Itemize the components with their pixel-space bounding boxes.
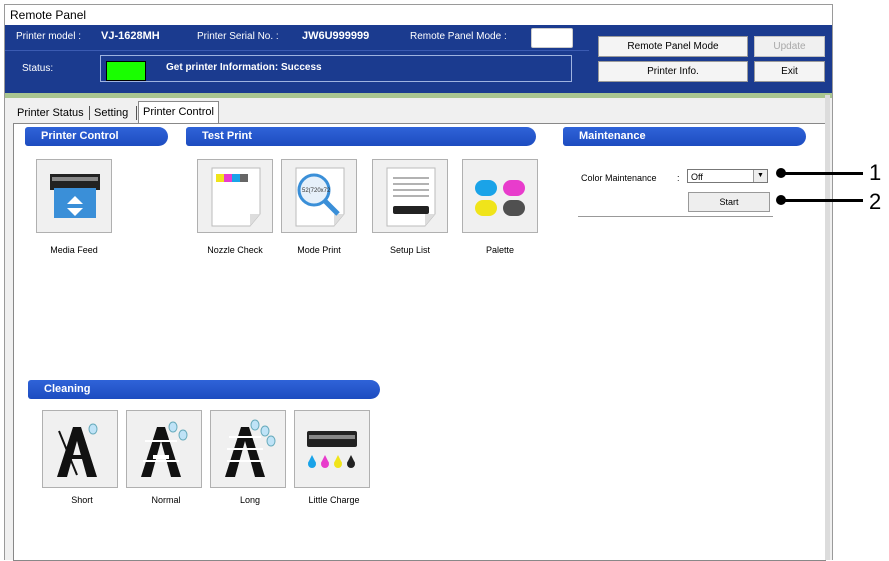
cleaning-normal-button[interactable] (126, 410, 202, 488)
setup-list-button[interactable] (372, 159, 448, 233)
nozzle-check-icon (211, 167, 261, 227)
cleaning-normal-label: Normal (151, 495, 181, 505)
tab-setting[interactable]: Setting (94, 103, 128, 123)
mode-print-button[interactable]: 52(720x72 (281, 159, 357, 233)
remote-panel-mode-button[interactable]: Remote Panel Mode (598, 36, 748, 57)
palette-label: Palette (485, 245, 515, 255)
remote-panel-mode-label: Remote Panel Mode : (410, 31, 507, 42)
little-charge-button[interactable] (294, 410, 370, 488)
little-charge-label: Little Charge (308, 495, 360, 505)
cleaning-long-button[interactable] (210, 410, 286, 488)
cleaning-long-label: Long (239, 495, 261, 505)
cleaning-short-label: Short (71, 495, 93, 505)
media-feed-icon (50, 174, 100, 218)
mode-print-icon: 52(720x72 (295, 167, 345, 227)
maintenance-header: Maintenance (563, 127, 806, 146)
chevron-down-icon[interactable]: ▼ (753, 170, 767, 182)
cleaning-short-button[interactable] (42, 410, 118, 488)
mode-print-icon-text: 52(720x72 (302, 188, 331, 194)
tab-printer-status[interactable]: Printer Status (17, 103, 84, 123)
setup-list-label: Setup List (389, 245, 431, 255)
serial-value: JW6U999999 (302, 30, 370, 42)
color-maintenance-select[interactable]: Off ▼ (687, 169, 768, 183)
cleaning-short-icon (57, 423, 98, 477)
cleaning-long-icon (225, 419, 276, 477)
palette-button[interactable] (462, 159, 538, 233)
status-label: Status: (22, 63, 54, 74)
remote-panel-mode-indicator (531, 28, 573, 48)
window-title: Remote Panel (5, 5, 832, 25)
update-button[interactable]: Update (754, 36, 825, 57)
test-print-header: Test Print (186, 127, 536, 146)
cleaning-header: Cleaning (28, 380, 380, 399)
color-maintenance-colon: : (677, 173, 680, 183)
color-maintenance-value: Off (691, 172, 703, 182)
callout-number-1: 1 (869, 160, 882, 185)
serial-label: Printer Serial No. : (197, 31, 279, 42)
palette-icon (475, 180, 525, 216)
exit-button[interactable]: Exit (754, 61, 825, 82)
setup-list-icon (386, 167, 436, 227)
printer-control-header: Printer Control (25, 127, 168, 146)
media-feed-label: Media Feed (50, 245, 98, 255)
status-text: Get printer Information: Success (166, 62, 322, 73)
printer-info-button[interactable]: Printer Info. (598, 61, 748, 82)
printer-model-label: Printer model : (16, 31, 82, 42)
header-divider (5, 50, 589, 51)
color-maintenance-label: Color Maintenance (581, 173, 657, 183)
media-feed-button[interactable] (36, 159, 112, 233)
callout-line-1 (781, 172, 863, 175)
callout-line-2 (781, 199, 863, 202)
nozzle-check-button[interactable] (197, 159, 273, 233)
printer-model-value: VJ-1628MH (101, 30, 160, 42)
little-charge-icon (307, 431, 357, 468)
header-accent-bar (5, 93, 832, 98)
callout-number-2: 2 (869, 189, 882, 214)
header-bar: Printer model : VJ-1628MH Printer Serial… (5, 25, 832, 93)
maintenance-divider (578, 216, 773, 217)
cleaning-normal-icon (141, 421, 188, 477)
right-edge (825, 95, 830, 560)
nozzle-check-label: Nozzle Check (207, 245, 263, 255)
start-button[interactable]: Start (688, 192, 770, 212)
status-indicator-led (106, 61, 146, 81)
tab-divider (136, 106, 137, 120)
tab-divider (89, 106, 90, 120)
tab-printer-control[interactable]: Printer Control (138, 101, 219, 124)
mode-print-label: Mode Print (297, 245, 341, 255)
